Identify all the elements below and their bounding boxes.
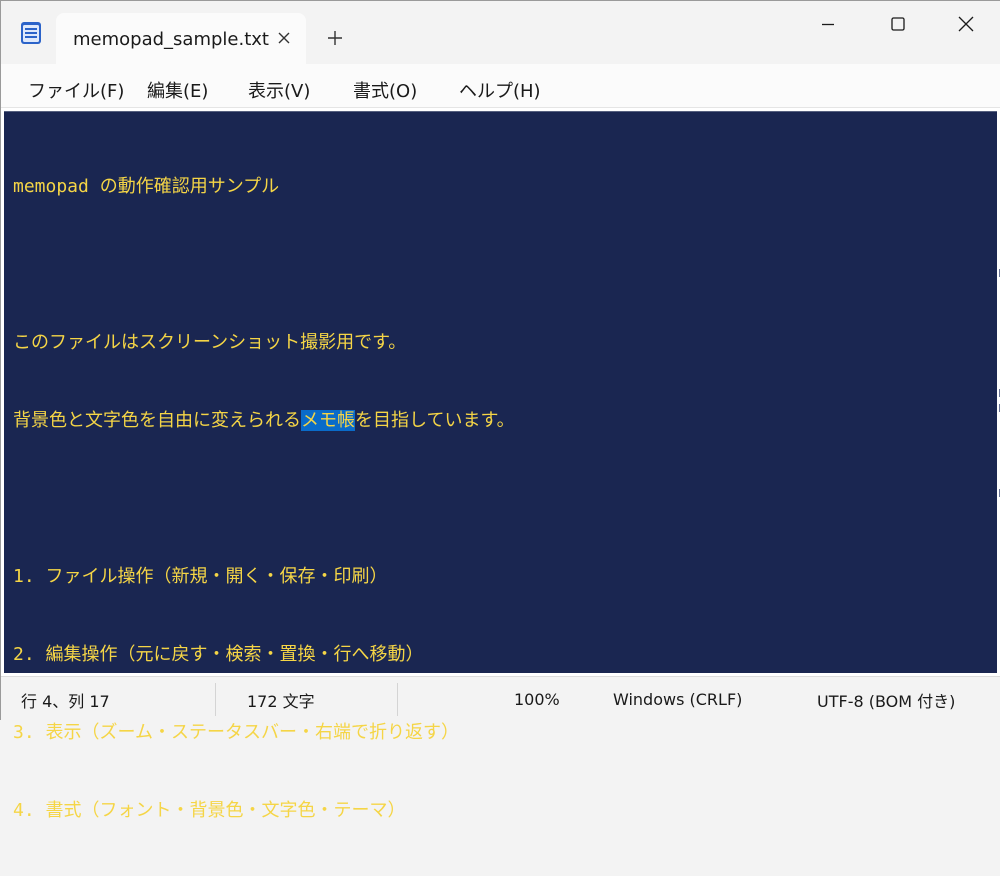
notepad-icon [21, 22, 41, 44]
minimize-button[interactable] [793, 1, 863, 47]
tab-title: memopad_sample.txt [73, 29, 269, 50]
line-text: 背景色と文字色を自由に変えられる [13, 410, 301, 431]
menu-bar: ファイル(F) 編集(E) 表示(V) 書式(O) ヘルプ(H) [1, 64, 1000, 108]
minimize-icon [822, 23, 834, 26]
title-bar: memopad_sample.txt [1, 1, 1000, 64]
encoding: UTF-8 (BOM 付き) [817, 691, 956, 711]
editor-line: memopad の動作確認用サンプル [13, 176, 280, 197]
status-divider [215, 683, 216, 716]
menu-format[interactable]: 書式(O) [353, 77, 417, 103]
maximize-icon [891, 17, 905, 31]
menu-edit[interactable]: 編集(E) [147, 77, 208, 103]
app-window: memopad_sample.txt ファイル(F) 編集(E) 表示(V) 書… [0, 0, 1000, 821]
close-icon [958, 16, 974, 32]
editor-text: memopad の動作確認用サンプル このファイルはスクリーンショット撮影用です… [13, 122, 515, 876]
line-text: を目指しています。 [355, 410, 515, 431]
tab-document[interactable]: memopad_sample.txt [56, 13, 306, 64]
plus-icon[interactable] [326, 29, 344, 47]
editor-line: 背景色と文字色を自由に変えられるメモ帳を目指しています。 [13, 408, 515, 434]
text-editor[interactable]: memopad の動作確認用サンプル このファイルはスクリーンショット撮影用です… [4, 111, 1000, 821]
close-button[interactable] [931, 1, 1000, 47]
status-bar: 行 4、列 17 172 文字 100% Windows (CRLF) UTF-… [1, 676, 1000, 721]
close-icon[interactable] [276, 30, 292, 46]
editor-line: 4. 書式（フォント・背景色・文字色・テーマ） [13, 800, 406, 821]
editor-line: 2. 編集操作（元に戻す・検索・置換・行へ移動） [13, 644, 424, 665]
line-ending: Windows (CRLF) [613, 690, 743, 709]
editor-frame: memopad の動作確認用サンプル このファイルはスクリーンショット撮影用です… [1, 108, 1000, 821]
editor-line: 1. ファイル操作（新規・開く・保存・印刷） [13, 566, 388, 587]
status-divider [397, 683, 398, 716]
editor-line: このファイルはスクリーンショット撮影用です。 [13, 332, 407, 353]
menu-help[interactable]: ヘルプ(H) [459, 77, 541, 103]
editor-line: 3. 表示（ズーム・ステータスバー・右端で折り返す） [13, 722, 459, 743]
cursor-position: 行 4、列 17 [21, 691, 110, 711]
menu-view[interactable]: 表示(V) [248, 77, 310, 103]
selected-text: メモ帳 [301, 410, 355, 431]
char-count: 172 文字 [247, 691, 315, 711]
zoom-level: 100% [514, 690, 560, 709]
maximize-button[interactable] [863, 1, 933, 47]
menu-file[interactable]: ファイル(F) [28, 77, 124, 103]
